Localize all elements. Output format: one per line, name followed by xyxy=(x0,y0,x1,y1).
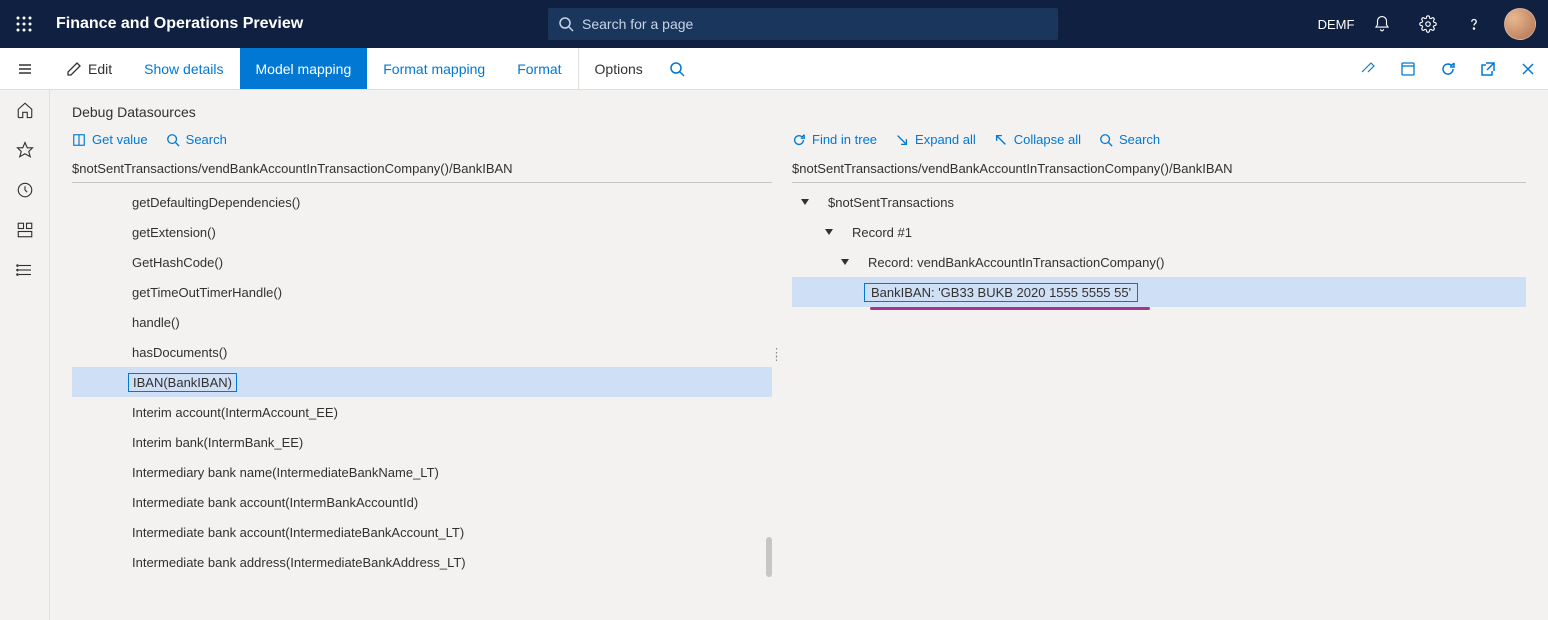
refresh-icon[interactable] xyxy=(1428,48,1468,90)
attachments-icon[interactable] xyxy=(1348,48,1388,90)
rail-favorites-icon[interactable] xyxy=(0,130,50,170)
left-tree: getDefaultingDependencies() getExtension… xyxy=(72,187,772,577)
get-value-button[interactable]: Get value xyxy=(72,132,148,147)
left-path: $notSentTransactions/vendBankAccountInTr… xyxy=(72,155,772,183)
right-pane: Find in tree Expand all Collapse all Sea… xyxy=(792,132,1526,577)
right-search-button[interactable]: Search xyxy=(1099,132,1160,147)
caret-down-icon[interactable] xyxy=(824,225,834,240)
tree-item[interactable]: Intermediate bank account(IntermBankAcco… xyxy=(72,487,772,517)
format-tab[interactable]: Format xyxy=(501,48,577,89)
notifications-icon[interactable] xyxy=(1360,0,1404,48)
left-search-button[interactable]: Search xyxy=(166,132,227,147)
search-icon xyxy=(1099,133,1113,147)
caret-down-icon[interactable] xyxy=(840,255,850,270)
options-button[interactable]: Options xyxy=(578,48,659,89)
tree-item[interactable]: Intermediate bank account(IntermediateBa… xyxy=(72,517,772,547)
settings-icon[interactable] xyxy=(1406,0,1450,48)
expand-icon xyxy=(895,133,909,147)
tree-item[interactable]: handle() xyxy=(72,307,772,337)
user-avatar[interactable] xyxy=(1498,0,1542,48)
pencil-icon xyxy=(66,61,82,77)
page-title: Debug Datasources xyxy=(72,104,1526,120)
help-icon[interactable] xyxy=(1452,0,1496,48)
pane-splitter[interactable]: ⋮⋮ xyxy=(771,351,782,359)
edit-button[interactable]: Edit xyxy=(50,48,128,89)
scrollbar-thumb[interactable] xyxy=(766,537,772,577)
rail-recent-icon[interactable] xyxy=(0,170,50,210)
left-rail xyxy=(0,90,50,620)
app-title: Finance and Operations Preview xyxy=(56,15,303,33)
app-launcher-icon[interactable] xyxy=(0,0,48,48)
sidebar-toggle-icon[interactable] xyxy=(0,48,50,90)
tree-item[interactable]: Intermediate bank address(IntermediateBa… xyxy=(72,547,772,577)
close-icon[interactable] xyxy=(1508,48,1548,90)
tree-item[interactable]: getDefaultingDependencies() xyxy=(72,187,772,217)
tree-node[interactable]: $notSentTransactions xyxy=(792,187,1526,217)
popout-icon[interactable] xyxy=(1468,48,1508,90)
rail-modules-icon[interactable] xyxy=(0,250,50,290)
action-bar: Edit Show details Model mapping Format m… xyxy=(0,48,1548,90)
top-right-area: DEMF xyxy=(1314,0,1542,48)
company-code[interactable]: DEMF xyxy=(1314,0,1358,48)
tree-item[interactable]: Interim account(IntermAccount_EE) xyxy=(72,397,772,427)
tree-node[interactable]: Record: vendBankAccountInTransactionComp… xyxy=(792,247,1526,277)
tree-node[interactable]: Record #1 xyxy=(792,217,1526,247)
rail-home-icon[interactable] xyxy=(0,90,50,130)
content-area: Debug Datasources Get value Search $notS… xyxy=(50,90,1548,620)
search-icon xyxy=(669,61,685,77)
tree-item[interactable]: hasDocuments() xyxy=(72,337,772,367)
left-pane: Get value Search $notSentTransactions/ve… xyxy=(72,132,772,577)
right-path: $notSentTransactions/vendBankAccountInTr… xyxy=(792,155,1526,183)
refresh-icon xyxy=(792,133,806,147)
tree-item[interactable]: Interim bank(IntermBank_EE) xyxy=(72,427,772,457)
search-placeholder: Search for a page xyxy=(582,16,693,32)
avatar-image xyxy=(1504,8,1536,40)
right-toolbar: Find in tree Expand all Collapse all Sea… xyxy=(792,132,1526,147)
show-details-button[interactable]: Show details xyxy=(128,48,239,89)
tree-item[interactable]: getTimeOutTimerHandle() xyxy=(72,277,772,307)
search-icon xyxy=(558,16,574,32)
tree-item[interactable]: getExtension() xyxy=(72,217,772,247)
global-search-input[interactable]: Search for a page xyxy=(548,8,1058,40)
find-in-tree-button[interactable]: Find in tree xyxy=(792,132,877,147)
expand-all-button[interactable]: Expand all xyxy=(895,132,976,147)
highlight-underline xyxy=(870,307,1150,310)
top-nav-bar: Finance and Operations Preview Search fo… xyxy=(0,0,1548,48)
book-icon xyxy=(72,133,86,147)
model-mapping-tab[interactable]: Model mapping xyxy=(240,48,368,89)
search-icon xyxy=(166,133,180,147)
format-mapping-tab[interactable]: Format mapping xyxy=(367,48,501,89)
collapse-all-button[interactable]: Collapse all xyxy=(994,132,1081,147)
inline-search-button[interactable] xyxy=(659,48,701,89)
caret-down-icon[interactable] xyxy=(800,195,810,210)
tree-node-selected[interactable]: BankIBAN: 'GB33 BUKB 2020 1555 5555 55' xyxy=(792,277,1526,307)
tree-item-selected[interactable]: IBAN(BankIBAN) xyxy=(72,367,772,397)
tree-item[interactable]: Intermediary bank name(IntermediateBankN… xyxy=(72,457,772,487)
rail-workspaces-icon[interactable] xyxy=(0,210,50,250)
open-in-new-window-icon[interactable] xyxy=(1388,48,1428,90)
right-tree: $notSentTransactions Record #1 Record: v… xyxy=(792,187,1526,310)
collapse-icon xyxy=(994,133,1008,147)
left-toolbar: Get value Search xyxy=(72,132,772,147)
tree-item[interactable]: GetHashCode() xyxy=(72,247,772,277)
